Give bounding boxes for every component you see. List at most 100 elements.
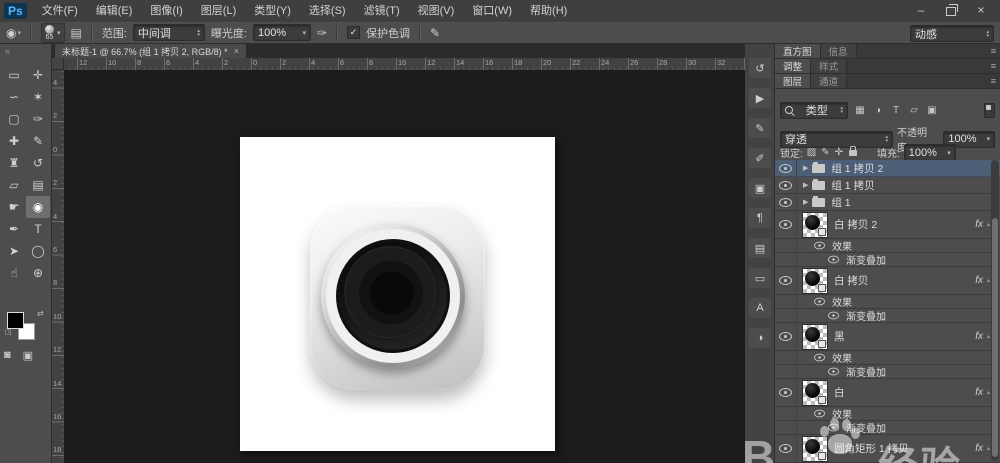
layer-thumbnail[interactable] <box>802 212 828 238</box>
filter-kind-select[interactable]: 类型 ▴▾ <box>780 102 848 119</box>
foreground-color-swatch[interactable] <box>7 312 24 329</box>
menu-item[interactable]: 编辑(E) <box>87 0 142 22</box>
layer-row[interactable]: 白fx▴ <box>775 379 1000 407</box>
filter-pixel-layers-icon[interactable]: ▦ <box>852 103 868 117</box>
visibility-cell[interactable] <box>775 323 797 350</box>
visibility-cell[interactable] <box>775 194 797 210</box>
move-tool[interactable]: ✛ <box>26 64 50 86</box>
layer-row[interactable]: 黑fx▴ <box>775 323 1000 351</box>
filter-shape-layers-icon[interactable]: ▱ <box>906 103 922 117</box>
history-panel-icon[interactable]: ↺ <box>749 58 771 78</box>
visibility-cell[interactable] <box>775 267 797 294</box>
magic-wand-tool[interactable]: ✶ <box>26 86 50 108</box>
visibility-eye-icon[interactable] <box>779 220 792 229</box>
menu-item[interactable]: 图层(L) <box>192 0 245 22</box>
gradient-tool[interactable]: ▤ <box>26 174 50 196</box>
layer-fx-badge[interactable]: fx▴ <box>975 331 990 342</box>
layer-fx-badge[interactable]: fx▴ <box>975 443 990 454</box>
visibility-eye-icon[interactable] <box>814 410 825 418</box>
exposure-select[interactable]: 100% ▾ <box>253 24 311 41</box>
toolbar-collapse-button[interactable]: « <box>5 46 10 56</box>
brush-panel-icon[interactable]: ✎ <box>749 118 771 138</box>
visibility-eye-icon[interactable] <box>814 354 825 362</box>
visibility-eye-icon[interactable] <box>779 198 792 207</box>
crop-tool[interactable]: ▢ <box>2 108 26 130</box>
visibility-eye-icon[interactable] <box>779 164 792 173</box>
filter-smart-objects-icon[interactable]: ▣ <box>924 103 940 117</box>
filter-type-layers-icon[interactable]: T <box>888 103 904 117</box>
brush-tool[interactable]: ✎ <box>26 130 50 152</box>
layer-effect-row[interactable]: 效果 <box>775 295 1000 309</box>
brush-preset-picker[interactable]: 65 ▾ <box>41 23 65 43</box>
layers-scrollbar[interactable] <box>991 160 999 461</box>
menu-item[interactable]: 窗口(W) <box>463 0 521 22</box>
fx-collapse-icon[interactable]: ▴ <box>987 445 990 452</box>
visibility-cell[interactable] <box>775 160 797 176</box>
swap-colors-icon[interactable]: ⇄ <box>37 309 44 318</box>
minimize-button[interactable]: – <box>908 2 934 18</box>
dodge-tool[interactable]: ◉ <box>26 196 50 218</box>
layer-row[interactable]: 白 拷贝 2fx▴ <box>775 211 1000 239</box>
brush-pressure-button[interactable]: ✎ <box>430 26 440 40</box>
screen-mode-button[interactable]: ▣ <box>23 349 33 362</box>
visibility-eye-icon[interactable] <box>814 242 825 250</box>
canvas-viewport[interactable] <box>64 70 745 463</box>
layer-group-row[interactable]: ▶组 1 拷贝 <box>775 177 1000 194</box>
panel-tab-通道[interactable]: 通道 <box>811 74 847 88</box>
visibility-eye-icon[interactable] <box>779 276 792 285</box>
panel-menu-icon[interactable]: ≡ <box>991 44 996 58</box>
layer-effect-row[interactable]: 效果 <box>775 239 1000 253</box>
clone-stamp-tool[interactable]: ♜ <box>2 152 26 174</box>
layer-fx-badge[interactable]: fx▴ <box>975 387 990 398</box>
visibility-eye-icon[interactable] <box>779 181 792 190</box>
eraser-tool[interactable]: ▱ <box>2 174 26 196</box>
filter-adjustment-layers-icon[interactable]: ◑ <box>870 103 886 117</box>
shape-tool[interactable]: ◯ <box>26 240 50 262</box>
default-colors-icon[interactable]: ◳ <box>5 328 12 336</box>
disclosure-triangle-icon[interactable]: ▶ <box>803 164 808 172</box>
fx-collapse-icon[interactable]: ▴ <box>987 221 990 228</box>
lock-option-icon[interactable]: ✛ <box>835 147 843 158</box>
visibility-cell[interactable] <box>775 435 797 462</box>
type-tool[interactable]: T <box>26 218 50 240</box>
panel-menu-icon[interactable]: ≡ <box>991 74 996 88</box>
lock-option-icon[interactable]: ✎ <box>821 147 829 158</box>
protect-tones-checkbox[interactable]: ✓ <box>347 26 360 39</box>
filter-toggle-switch[interactable] <box>984 103 995 118</box>
zoom-tool[interactable]: ⊕ <box>26 262 50 284</box>
visibility-eye-icon[interactable] <box>828 368 839 376</box>
panel-tab-样式[interactable]: 样式 <box>811 59 847 73</box>
lasso-tool[interactable]: ∽ <box>2 86 26 108</box>
airbrush-button[interactable]: ✑ <box>317 26 327 40</box>
layer-thumbnail[interactable] <box>802 268 828 294</box>
menu-item[interactable]: 视图(V) <box>409 0 464 22</box>
document-canvas[interactable] <box>240 137 555 451</box>
layer-comps-panel-icon[interactable]: ▤ <box>749 238 771 258</box>
layer-effect-row[interactable]: 渐变叠加 <box>775 253 1000 267</box>
visibility-eye-icon[interactable] <box>814 298 825 306</box>
history-brush-tool[interactable]: ↺ <box>26 152 50 174</box>
visibility-cell[interactable] <box>775 177 797 193</box>
panel-tab-信息[interactable]: 信息 <box>821 44 857 58</box>
document-tab[interactable]: 未标题-1 @ 66.7% (组 1 拷贝 2, RGB/8) * × <box>55 44 246 58</box>
paragraph-panel-icon[interactable]: ¶ <box>749 208 771 228</box>
layer-fx-badge[interactable]: fx▴ <box>975 275 990 286</box>
fill-select[interactable]: 100% ▾ <box>904 144 956 161</box>
fx-collapse-icon[interactable]: ▴ <box>987 333 990 340</box>
layer-effect-row[interactable]: 效果 <box>775 407 1000 421</box>
layer-effect-row[interactable]: 渐变叠加 <box>775 421 1000 435</box>
disclosure-triangle-icon[interactable]: ▶ <box>803 198 808 206</box>
visibility-eye-icon[interactable] <box>828 312 839 320</box>
visibility-cell[interactable] <box>775 211 797 238</box>
disclosure-triangle-icon[interactable]: ▶ <box>803 181 808 189</box>
character-panel-icon[interactable]: A <box>749 298 771 318</box>
actions-panel-icon[interactable]: ▶ <box>749 88 771 108</box>
visibility-eye-icon[interactable] <box>828 424 839 432</box>
panel-tab-调整[interactable]: 调整 <box>775 59 811 73</box>
visibility-eye-icon[interactable] <box>779 444 792 453</box>
dodge-tool-preset-button[interactable]: ◉ ▾ <box>6 26 21 40</box>
layer-group-row[interactable]: ▶组 1 <box>775 194 1000 211</box>
close-button[interactable]: × <box>968 2 994 18</box>
layer-row[interactable]: 圆角矩形 1 拷贝fx▴ <box>775 435 1000 463</box>
visibility-eye-icon[interactable] <box>828 256 839 264</box>
